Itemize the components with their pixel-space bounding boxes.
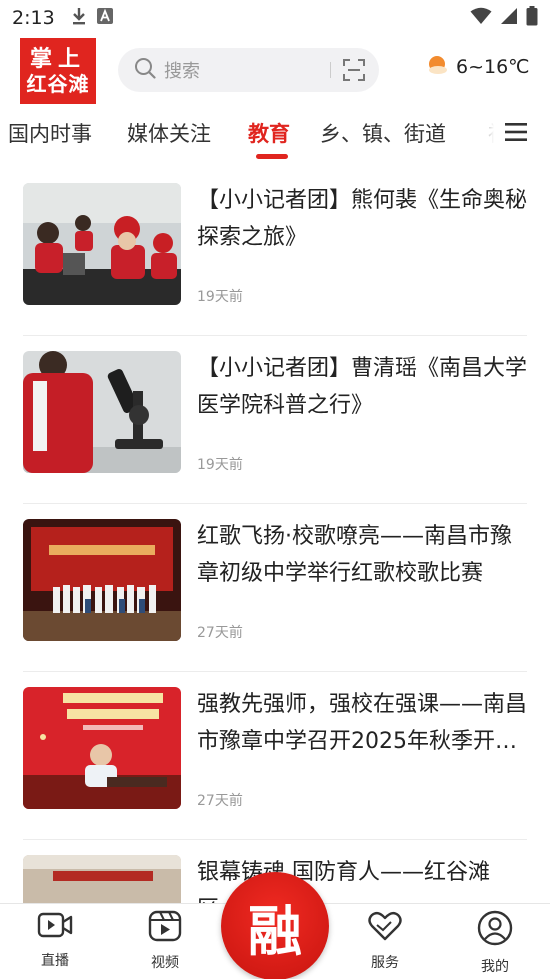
weather-temperature: 6~16℃ [456,56,530,78]
news-time: 19天前 [197,457,243,473]
bottom-nav: 直播 视频 融 服务 我的 [0,872,550,979]
tab-education[interactable]: 教育 [248,118,290,148]
app-header: 掌上 红谷滩 搜索 6~16℃ [0,36,550,106]
wifi-icon [470,7,492,29]
news-title: 【小小记者团】熊何裴《生命奥秘探索之旅》 [197,188,527,250]
news-item[interactable]: 【小小记者团】曹清瑶《南昌大学医学院科普之行》 19天前 [23,336,527,504]
live-camera-icon [37,910,73,944]
search-divider [330,62,331,78]
news-item[interactable]: 强教先强师，强校在强课——南昌市豫章中学召开2025年秋季开学工作会 27天前 [23,672,527,840]
download-icon [71,7,87,29]
logo-line1: 掌上 [29,46,86,72]
news-title: 【小小记者团】曹清瑶《南昌大学医学院科普之行》 [197,356,527,418]
logo-line2: 红谷滩 [26,72,90,96]
news-list: 【小小记者团】熊何裴《生命奥秘探索之旅》 19天前 【小小记者团】曹清瑶《南昌大… [0,168,550,903]
nav-video[interactable]: 视频 [125,910,205,972]
tab-domestic-news[interactable]: 国内时事 [8,118,92,148]
nav-live[interactable]: 直播 [15,910,95,970]
status-bar: 2:13 [0,0,550,36]
microscope-photo [23,351,181,473]
signal-icon [500,7,518,29]
hall-photo [23,855,181,903]
battery-icon [526,6,538,30]
search-input[interactable]: 搜索 [118,48,379,92]
heart-hands-icon [367,910,403,946]
news-time: 27天前 [197,793,243,809]
center-media-button[interactable]: 融 [221,872,329,979]
news-item[interactable]: 【小小记者团】熊何裴《生命奥秘探索之旅》 19天前 [23,168,527,336]
active-tab-indicator [256,154,288,159]
news-time: 19天前 [197,289,243,305]
scan-icon[interactable] [343,59,365,85]
search-icon [134,57,156,83]
user-profile-icon [477,910,513,950]
nav-label: 视频 [151,955,179,971]
weather-widget[interactable]: 6~16℃ [426,54,530,80]
nav-label: 直播 [41,953,69,969]
app-logo[interactable]: 掌上 红谷滩 [20,38,96,104]
nav-services[interactable]: 服务 [345,910,425,972]
channel-tabs: 国内时事 媒体关注 教育 乡、镇、街道 社 [0,106,550,162]
channel-menu-icon[interactable] [505,122,527,146]
nav-label: 我的 [481,959,509,975]
news-item[interactable]: 红歌飞扬·校歌嘹亮——南昌市豫章初级中学举行红歌校歌比赛 27天前 [23,504,527,672]
meeting-photo [23,687,181,809]
center-glyph: 融 [248,898,302,963]
status-time: 2:13 [12,7,55,29]
a-badge-icon [96,8,113,28]
nav-profile[interactable]: 我的 [455,910,535,976]
video-play-icon [148,910,182,946]
children-in-lab-photo [23,183,181,305]
partly-sunny-icon [426,54,448,80]
tab-towns-streets[interactable]: 乡、镇、街道 [320,118,446,148]
nav-label: 服务 [371,955,399,971]
news-time: 27天前 [197,625,243,641]
stage-group-photo [23,519,181,641]
search-placeholder: 搜索 [164,61,200,82]
tab-media-focus[interactable]: 媒体关注 [127,118,211,148]
news-title: 强教先强师，强校在强课——南昌市豫章中学召开2025年秋季开学工作会 [197,692,527,754]
news-title: 红歌飞扬·校歌嘹亮——南昌市豫章初级中学举行红歌校歌比赛 [197,524,512,586]
